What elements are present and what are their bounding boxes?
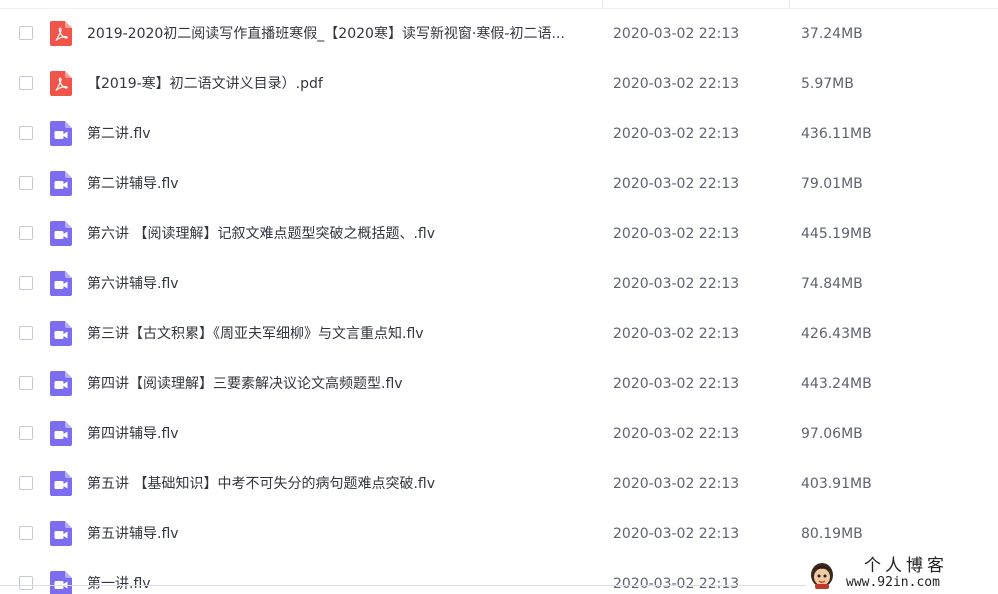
file-name[interactable]: 第一讲.flv <box>87 574 592 594</box>
row-checkbox[interactable] <box>19 276 33 290</box>
row-checkbox[interactable] <box>19 576 33 590</box>
file-name[interactable]: 第六讲 【阅读理解】记叙文难点题型突破之概括题、.flv <box>87 224 592 244</box>
video-file-icon <box>50 321 72 346</box>
video-file-icon <box>50 421 72 446</box>
file-row[interactable]: 【2019-寒】初二语文讲义目录）.pdf 2020-03-02 22:13 5.9… <box>0 59 998 109</box>
video-file-icon <box>50 471 72 496</box>
row-checkbox[interactable] <box>19 226 33 240</box>
file-row[interactable]: 第六讲辅导.flv 2020-03-02 22:13 74.84MB <box>0 259 998 309</box>
file-name[interactable]: 第五讲 【基础知识】中考不可失分的病句题难点突破.flv <box>87 474 592 494</box>
file-size: 426.43MB <box>801 326 872 342</box>
file-size: 443.24MB <box>801 376 872 392</box>
file-row[interactable]: 第五讲 【基础知识】中考不可失分的病句题难点突破.flv 2020-03-02 2… <box>0 459 998 509</box>
file-date: 2020-03-02 22:13 <box>613 276 740 292</box>
video-file-icon <box>50 171 72 196</box>
file-name[interactable]: 2019-2020初二阅读写作直播班寒假_【2020寒】读写新视窗·寒假-初二语… <box>87 24 592 44</box>
file-size: 403.91MB <box>801 476 872 492</box>
file-size: 37.24MB <box>801 26 863 42</box>
row-checkbox[interactable] <box>19 26 33 40</box>
blog-watermark: 个人博客 www.92in.com <box>806 556 998 594</box>
file-name[interactable]: 第六讲辅导.flv <box>87 274 592 294</box>
file-name[interactable]: 第四讲【阅读理解】三要素解决议论文高频题型.flv <box>87 374 592 394</box>
file-date: 2020-03-02 22:13 <box>613 326 740 342</box>
row-checkbox[interactable] <box>19 326 33 340</box>
file-row[interactable]: 第二讲辅导.flv 2020-03-02 22:13 79.01MB <box>0 159 998 209</box>
file-size: 97.06MB <box>801 426 863 442</box>
cartoon-avatar-icon <box>806 558 838 590</box>
file-list: 2019-2020初二阅读写作直播班寒假_【2020寒】读写新视窗·寒假-初二语… <box>0 9 998 594</box>
file-size: 445.19MB <box>801 226 872 242</box>
video-file-icon <box>50 271 72 296</box>
file-size: 79.01MB <box>801 176 863 192</box>
file-row[interactable]: 2019-2020初二阅读写作直播班寒假_【2020寒】读写新视窗·寒假-初二语… <box>0 9 998 59</box>
file-date: 2020-03-02 22:13 <box>613 226 740 242</box>
file-date: 2020-03-02 22:13 <box>613 476 740 492</box>
file-row[interactable]: 第四讲辅导.flv 2020-03-02 22:13 97.06MB <box>0 409 998 459</box>
list-header-strip <box>0 0 998 9</box>
file-size: 74.84MB <box>801 276 863 292</box>
file-date: 2020-03-02 22:13 <box>613 76 740 92</box>
file-name[interactable]: 第四讲辅导.flv <box>87 424 592 444</box>
file-row[interactable]: 第四讲【阅读理解】三要素解决议论文高频题型.flv 2020-03-02 22:1… <box>0 359 998 409</box>
video-file-icon <box>50 571 72 594</box>
column-divider[interactable] <box>602 0 603 8</box>
row-checkbox[interactable] <box>19 426 33 440</box>
file-row[interactable]: 第三讲【古文积累】《周亚夫军细柳》与文言重点知.flv 2020-03-02 22… <box>0 309 998 359</box>
watermark-title: 个人博客 <box>864 556 948 576</box>
file-size: 5.97MB <box>801 76 854 92</box>
file-list-page: 2019-2020初二阅读写作直播班寒假_【2020寒】读写新视窗·寒假-初二语… <box>0 0 998 594</box>
file-date: 2020-03-02 22:13 <box>613 576 740 592</box>
video-file-icon <box>50 121 72 146</box>
file-size: 436.11MB <box>801 126 872 142</box>
row-checkbox[interactable] <box>19 76 33 90</box>
file-date: 2020-03-02 22:13 <box>613 176 740 192</box>
file-name[interactable]: 第三讲【古文积累】《周亚夫军细柳》与文言重点知.flv <box>87 324 592 344</box>
file-date: 2020-03-02 22:13 <box>613 26 740 42</box>
pdf-file-icon <box>50 71 72 96</box>
row-checkbox[interactable] <box>19 526 33 540</box>
column-divider[interactable] <box>789 0 790 8</box>
file-date: 2020-03-02 22:13 <box>613 426 740 442</box>
row-checkbox[interactable] <box>19 476 33 490</box>
row-checkbox[interactable] <box>19 126 33 140</box>
pdf-file-icon <box>50 21 72 46</box>
row-checkbox[interactable] <box>19 376 33 390</box>
file-name[interactable]: 第二讲辅导.flv <box>87 174 592 194</box>
file-row[interactable]: 第五讲辅导.flv 2020-03-02 22:13 80.19MB <box>0 509 998 559</box>
file-size: 80.19MB <box>801 526 863 542</box>
watermark-url: www.92in.com <box>846 575 940 590</box>
file-date: 2020-03-02 22:13 <box>613 526 740 542</box>
file-name[interactable]: 第二讲.flv <box>87 124 592 144</box>
file-date: 2020-03-02 22:13 <box>613 376 740 392</box>
file-date: 2020-03-02 22:13 <box>613 126 740 142</box>
video-file-icon <box>50 221 72 246</box>
video-file-icon <box>50 521 72 546</box>
file-name[interactable]: 【2019-寒】初二语文讲义目录）.pdf <box>87 74 592 94</box>
file-name[interactable]: 第五讲辅导.flv <box>87 524 592 544</box>
file-row[interactable]: 第六讲 【阅读理解】记叙文难点题型突破之概括题、.flv 2020-03-02 2… <box>0 209 998 259</box>
video-file-icon <box>50 371 72 396</box>
row-checkbox[interactable] <box>19 176 33 190</box>
file-row[interactable]: 第二讲.flv 2020-03-02 22:13 436.11MB <box>0 109 998 159</box>
